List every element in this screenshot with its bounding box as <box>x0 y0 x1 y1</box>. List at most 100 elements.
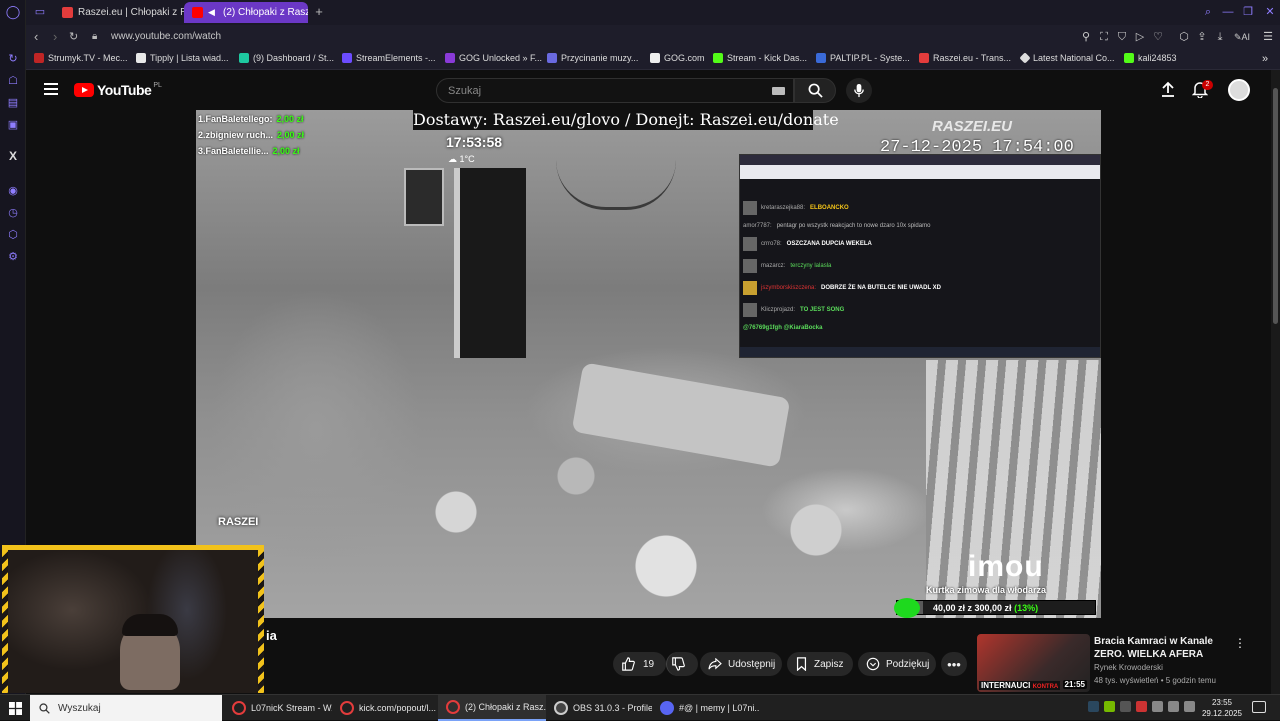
bookmark-label: PALTIP.PL - Syste... <box>830 53 910 63</box>
extensions-icon[interactable]: ⬡ <box>5 226 21 242</box>
taskbar-app[interactable]: (2) Chłopaki z Rasz... <box>438 695 546 721</box>
menu-icon[interactable] <box>44 83 58 95</box>
tray-app-icon[interactable] <box>1120 701 1131 712</box>
minimize-button[interactable]: — <box>1222 6 1234 18</box>
battery-icon[interactable] <box>1184 701 1195 712</box>
notification-center-icon[interactable] <box>1252 701 1266 713</box>
aria-ai-icon[interactable]: ✎AI <box>1232 31 1252 43</box>
taskbar-search[interactable]: Wyszukaj <box>30 695 222 721</box>
maximize-button[interactable]: ❐ <box>1242 6 1254 18</box>
chat-message: mazarcz: terczyny lalasla <box>743 259 831 273</box>
taskbar-clock[interactable]: 23:55 29.12.2025 <box>1198 697 1246 719</box>
bookmark-heart-icon[interactable]: ♡ <box>1152 31 1164 43</box>
donor-row: 1.FanBaletellego: 2,00 zł <box>198 114 304 124</box>
bookmark-item[interactable]: PALTIP.PL - Syste... <box>816 53 910 63</box>
url-field[interactable]: www.youtube.com/watch <box>111 31 221 42</box>
like-button[interactable]: 19 <box>613 652 666 676</box>
streamer-hair-shape <box>122 614 178 636</box>
volume-icon[interactable] <box>1168 701 1179 712</box>
taskbar-app[interactable]: kick.com/popout/l... <box>332 695 438 721</box>
recommended-video-thumbnail[interactable]: INTERNAUCI KONTRA 21:55 <box>977 634 1090 692</box>
close-window-button[interactable]: ✕ <box>1264 6 1276 18</box>
taskbar-app[interactable]: L07nicK Stream - W... <box>224 695 332 721</box>
bookmark-item[interactable]: Strumyk.TV - Mec... <box>34 53 128 63</box>
voice-search-button[interactable] <box>846 78 872 103</box>
bookmark-item[interactable]: Stream - Kick Das... <box>713 53 807 63</box>
page-scrollbar[interactable] <box>1271 70 1280 694</box>
nvidia-tray-icon[interactable] <box>1104 701 1115 712</box>
network-icon[interactable] <box>1152 701 1163 712</box>
scrollbar-thumb[interactable] <box>1273 88 1278 324</box>
back-button[interactable]: ‹ <box>34 29 38 44</box>
bookmark-item[interactable]: kali24853 <box>1124 53 1177 63</box>
upload-icon <box>1162 81 1174 97</box>
tab-overview-icon[interactable]: ▭ <box>34 6 46 18</box>
recommended-video-title[interactable]: Bracia Kamraci w Kanale ZERO. WIELKA AFE… <box>1094 635 1234 661</box>
news-icon[interactable]: ▣ <box>5 116 21 132</box>
bookmarks-overflow-icon[interactable]: » <box>1262 53 1268 65</box>
share-button[interactable]: Udostępnij <box>700 652 782 676</box>
bookmark-item[interactable]: StreamElements -... <box>342 53 436 63</box>
recommended-more-icon[interactable]: ⋮ <box>1234 636 1246 650</box>
donor-name: 3.FanBaletellie... <box>198 146 269 156</box>
start-button[interactable] <box>0 695 30 721</box>
reload-button[interactable]: ↻ <box>69 30 78 43</box>
x-twitter-icon[interactable]: X <box>5 148 21 164</box>
tab-raszei[interactable]: Raszei.eu | Chłopaki z Ras <box>54 2 202 23</box>
settings-icon[interactable]: ⚙ <box>5 248 21 264</box>
keyboard-icon[interactable] <box>772 87 785 95</box>
player-play-icon[interactable]: ▷ <box>1134 31 1146 43</box>
bookmark-icon <box>796 657 807 671</box>
more-actions-button[interactable]: ••• <box>941 652 967 676</box>
video-player[interactable]: Dostawy: Raszei.eu/glovo / Donejt: Rasze… <box>196 110 1101 618</box>
player-icon[interactable]: ◉ <box>5 182 21 198</box>
taskbar-app[interactable]: #@ | memy | L07ni... <box>652 695 760 721</box>
refresh-ai-icon[interactable]: ↻ <box>5 50 21 66</box>
create-button[interactable] <box>1160 81 1176 102</box>
opera-icon <box>232 701 246 715</box>
raszei-favicon-icon <box>62 7 73 18</box>
save-button[interactable]: Zapisz <box>787 652 853 676</box>
hazard-stripe-right <box>258 550 264 693</box>
steam-tray-icon[interactable] <box>1088 701 1099 712</box>
tab-youtube[interactable]: ◀ (2) Chłopaki z Raszei - <box>184 2 308 23</box>
tray-app-icon[interactable] <box>1136 701 1147 712</box>
recommended-channel-name[interactable]: Rynek Krowoderski <box>1094 663 1163 672</box>
bookmark-item[interactable]: GOG.com <box>650 53 705 63</box>
history-icon[interactable]: ◷ <box>5 204 21 220</box>
youtube-logo[interactable]: YouTube PL <box>74 82 162 98</box>
chat-avatar <box>743 259 757 273</box>
easy-setup-icon[interactable]: ☰ <box>1262 31 1274 43</box>
forward-button[interactable]: › <box>53 29 57 44</box>
chat-text: OSZCZANA DUPCIA WEKELA <box>786 241 872 247</box>
taskbar-app[interactable]: OBS 31.0.3 - Profile:... <box>546 695 652 721</box>
audio-playing-icon[interactable]: ◀ <box>208 7 218 18</box>
download-icon[interactable]: ⤓ <box>1214 31 1226 43</box>
bookmark-item[interactable]: Raszei.eu - Trans... <box>919 53 1011 63</box>
pin-icon[interactable]: ⚲ <box>1080 31 1092 43</box>
dislike-button[interactable] <box>666 652 698 676</box>
taskbar-search-label: Wyszukaj <box>58 702 101 714</box>
bookmark-item[interactable]: Latest National Co... <box>1019 52 1115 64</box>
search-tabs-icon[interactable]: ⌕ <box>1202 6 1214 18</box>
bookmark-item[interactable]: Tipply | Lista wiad... <box>136 53 229 63</box>
share-icon[interactable]: ⇪ <box>1196 31 1208 43</box>
microphone-icon <box>854 83 864 98</box>
opera-logo-icon[interactable]: ◯ <box>5 4 21 20</box>
new-tab-button[interactable]: + <box>313 5 325 18</box>
snapshot-icon[interactable]: ⛶ <box>1098 31 1110 43</box>
search-input[interactable] <box>437 79 757 102</box>
thanks-button[interactable]: Podziękuj <box>858 652 936 676</box>
wallet-icon[interactable]: ▤ <box>5 94 21 110</box>
bookmark-item[interactable]: GOG Unlocked » F... <box>445 53 542 63</box>
extensions-puzzle-icon[interactable]: ⬡ <box>1178 31 1190 43</box>
tab-label: (2) Chłopaki z Raszei - <box>223 7 308 18</box>
thumbnail-caption-text-2: KONTRA <box>1032 684 1059 690</box>
search-button[interactable] <box>794 78 836 103</box>
adblock-icon[interactable]: ⛉ <box>1116 31 1128 43</box>
bookmark-item[interactable]: Przycinanie muzy... <box>547 53 638 63</box>
bookmark-item[interactable]: (9) Dashboard / St... <box>239 53 334 63</box>
people-icon[interactable]: ☖ <box>5 72 21 88</box>
lock-icon[interactable]: 🔒︎ <box>92 31 97 42</box>
account-avatar[interactable] <box>1228 79 1250 101</box>
